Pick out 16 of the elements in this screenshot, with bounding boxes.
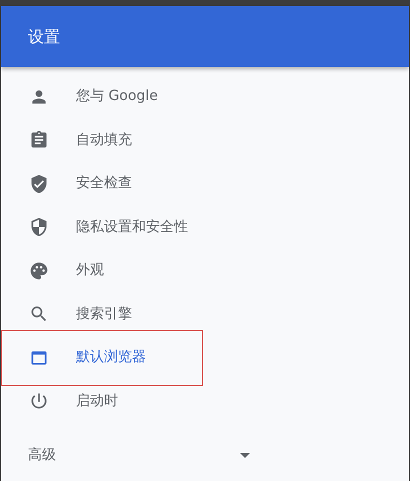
menu-item[interactable]: 启动时: [1, 380, 126, 423]
menu-item[interactable]: 搜索引擎: [1, 292, 140, 336]
menu-item[interactable]: 隐私设置和安全性: [1, 206, 196, 249]
shield-check-icon: [29, 174, 49, 194]
power-icon: [29, 391, 49, 412]
palette-icon: [29, 260, 49, 281]
menu-item[interactable]: 您与 Google: [1, 75, 166, 118]
menu-item[interactable]: 外观: [1, 249, 112, 292]
clipboard-icon: [29, 130, 49, 150]
menu-item[interactable]: 自动填充: [1, 118, 140, 162]
menu-item[interactable]: 默认浏览器: [1, 336, 154, 380]
shield-icon: [29, 217, 49, 238]
menu-item[interactable]: 安全检查: [1, 162, 140, 206]
caret-icon: [240, 452, 250, 458]
page-title: 设置: [28, 26, 60, 48]
advanced-section-toggle[interactable]: 高级: [1, 433, 261, 477]
